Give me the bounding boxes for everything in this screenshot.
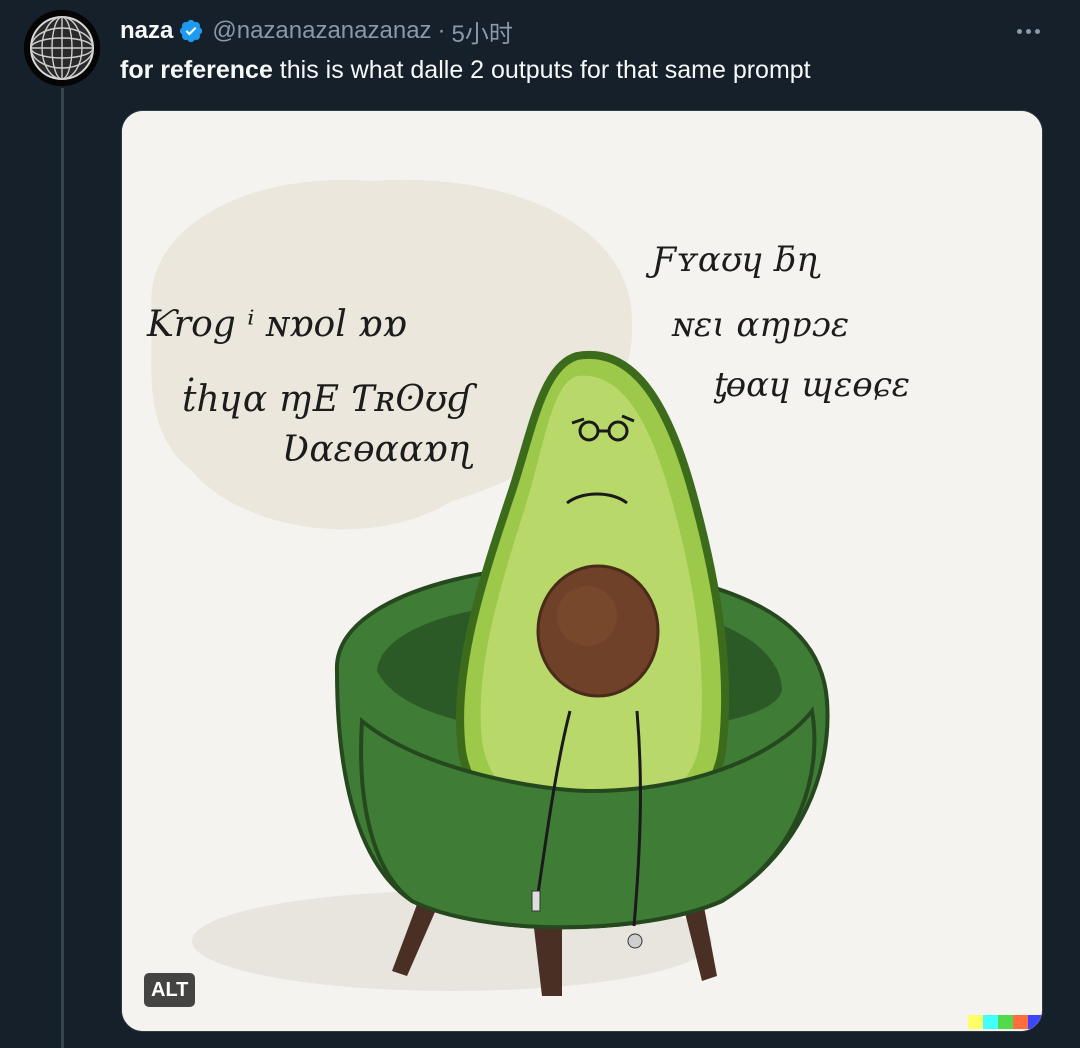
more-horizontal-icon <box>1016 28 1022 34</box>
dalle-watermark <box>968 1015 1042 1029</box>
tweet-text: for reference this is what dalle 2 outpu… <box>120 54 811 86</box>
tweet-header: naza @nazanazanazanaz · 5小时 <box>120 14 513 48</box>
dalle-color-2 <box>983 1015 998 1029</box>
scribble-text-line-3: ƫɵɑɥ ɰɛɵɕɛ <box>712 365 910 405</box>
tweet-media-image[interactable]: Ƙrog ⁱ ɴɒol ɒɒ ṫhɥɑ ɱE Ƭʀʘʊɠ Ʋɑɛɵɑɑɒɳ Ƒʏ… <box>121 110 1043 1032</box>
scribble-text-line-1: Ƒʏɑʊɥ ƃɳ <box>645 240 821 280</box>
dalle-color-3 <box>998 1015 1013 1029</box>
tweet-text-rest: this is what dalle 2 outputs for that sa… <box>272 56 811 84</box>
tweet-text-bold: for reference <box>120 56 273 84</box>
avatar[interactable] <box>24 10 100 86</box>
separator-dot: · <box>437 17 446 44</box>
display-name[interactable]: naza <box>120 17 173 45</box>
more-options-button[interactable] <box>1008 16 1048 46</box>
verified-badge-icon[interactable] <box>178 18 204 44</box>
disco-ball-globe-icon <box>24 10 100 86</box>
dalle-avocado-illustration: Ƙrog ⁱ ɴɒol ɒɒ ṫhɥɑ ɱE Ƭʀʘʊɠ Ʋɑɛɵɑɑɒɳ Ƒʏ… <box>122 111 1042 1031</box>
alt-text-button[interactable]: ALT <box>144 973 196 1007</box>
thread-connector-line <box>61 88 64 1048</box>
bubble-text-line-1: Ƙrog ⁱ ɴɒol ɒɒ <box>146 304 407 345</box>
timestamp[interactable]: 5小时 <box>452 14 513 49</box>
bubble-text-line-2: ṫhɥɑ ɱE Ƭʀʘʊɠ <box>182 378 477 420</box>
dalle-color-4 <box>1013 1015 1028 1029</box>
bubble-text-line-3: Ʋɑɛɵɑɑɒɳ <box>282 429 474 470</box>
user-handle[interactable]: @nazanazanazanaz <box>212 17 431 45</box>
dalle-color-5 <box>1028 1015 1042 1029</box>
scribble-text-line-2: ɴɛɩ ɑɱɐɔɛ <box>671 305 849 345</box>
dalle-color-1 <box>968 1015 983 1029</box>
